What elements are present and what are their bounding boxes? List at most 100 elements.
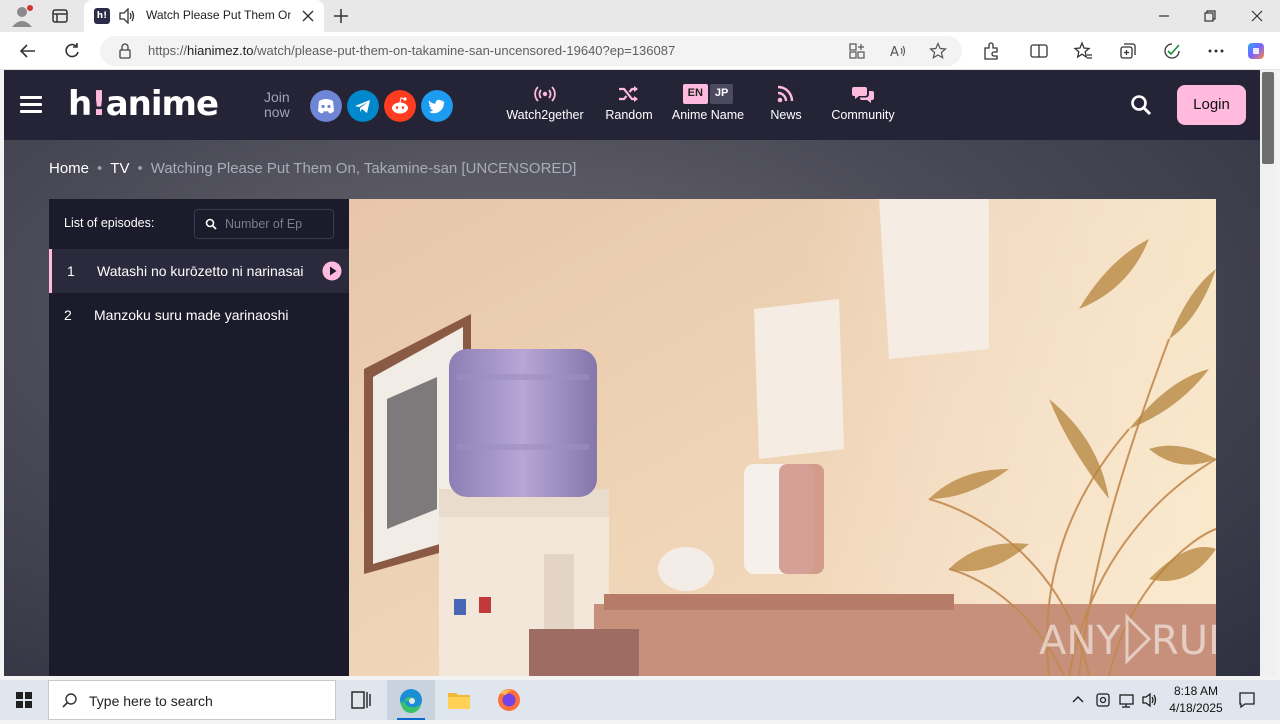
read-aloud-icon[interactable]: A [889, 42, 907, 60]
telegram-icon[interactable] [347, 90, 379, 122]
collections-icon[interactable] [1118, 41, 1138, 61]
shuffle-icon [619, 86, 638, 102]
tab-actions-icon[interactable] [50, 6, 70, 26]
system-clock[interactable]: 8:18 AM 4/18/2025 [1160, 683, 1232, 717]
device-icon[interactable] [1093, 690, 1113, 710]
discord-icon[interactable] [310, 90, 342, 122]
firefox-icon[interactable] [485, 680, 533, 720]
menu-random[interactable]: Random [600, 84, 658, 122]
menu-news[interactable]: News [766, 84, 806, 122]
app-available-icon[interactable] [848, 42, 866, 60]
watermark-any-text: ANY [1039, 618, 1121, 664]
hamburger-menu-icon[interactable] [20, 96, 42, 114]
site-logo[interactable]: h!anime [68, 84, 219, 124]
clock-time: 8:18 AM [1173, 684, 1219, 698]
episode-number: 2 [64, 307, 72, 323]
chat-bubbles-icon [852, 87, 874, 103]
menu-community[interactable]: Community [824, 84, 902, 122]
file-explorer-icon[interactable] [435, 680, 483, 720]
episode-list-title: List of episodes: [64, 216, 155, 230]
taskbar-edge-app[interactable] [387, 680, 435, 720]
taskbar-search-box[interactable]: Type here to search [48, 680, 336, 720]
favorites-icon[interactable] [1073, 41, 1093, 61]
menu-news-label: News [770, 108, 802, 122]
twitter-icon[interactable] [421, 90, 453, 122]
extensions-icon[interactable] [981, 41, 1001, 61]
tab-title: Watch Please Put Them On, Takamine-san [… [146, 8, 291, 22]
url-host: hianimez.to [187, 43, 254, 58]
search-icon[interactable] [1130, 94, 1152, 116]
show-hidden-icons-icon[interactable] [1068, 690, 1088, 710]
close-tab-icon[interactable] [300, 8, 316, 24]
profile-icon[interactable] [10, 5, 34, 27]
episode-title: Manzoku suru made yarinaoshi [94, 307, 289, 323]
breadcrumb-separator: • [137, 160, 143, 177]
play-icon[interactable] [322, 261, 342, 281]
minimize-icon[interactable] [1154, 6, 1174, 26]
lock-icon[interactable] [118, 43, 132, 59]
browser-tab-bar: h! Watch Please Put Them On, Takamine-sa… [0, 0, 1280, 32]
video-player[interactable]: ANY RUN [349, 199, 1216, 676]
breadcrumb-home[interactable]: Home [49, 160, 89, 177]
favorite-star-icon[interactable] [929, 42, 947, 60]
url-path: /watch/please-put-them-on-takamine-san-u… [253, 43, 676, 58]
breadcrumb: Home • TV • Watching Please Put Them On, Tak… [49, 160, 576, 177]
logo-h: h [68, 84, 92, 124]
rss-icon [777, 85, 794, 103]
split-screen-icon[interactable] [1029, 41, 1049, 61]
browser-tab-active[interactable]: h! Watch Please Put Them On, Takamine-sa… [84, 0, 324, 32]
scrollbar-thumb[interactable] [1262, 72, 1274, 164]
episode-item-1[interactable]: 1 Watashi no kurōzetto ni narinasai [49, 249, 349, 293]
menu-anime-name[interactable]: EN JP Anime Name [668, 84, 748, 122]
language-toggle[interactable]: EN JP [668, 84, 748, 104]
browser-essentials-icon[interactable] [1162, 41, 1182, 61]
windows-taskbar: Type here to search 8:18 AM 4/18/2025 [0, 680, 1280, 720]
menu-watch2gether[interactable]: Watch2gether [502, 84, 588, 122]
breadcrumb-current: Watching Please Put Them On, Takamine-sa… [150, 160, 577, 177]
taskbar-search-placeholder: Type here to search [89, 693, 213, 709]
reddit-icon[interactable] [384, 90, 416, 122]
notifications-icon[interactable] [1237, 690, 1257, 710]
address-bar[interactable]: https://hianimez.to/watch/please-put-the… [100, 36, 962, 66]
clock-date: 4/18/2025 [1169, 701, 1223, 715]
video-frame [349, 199, 1216, 676]
copilot-icon[interactable] [1246, 41, 1266, 61]
logo-rest: anime [105, 84, 219, 124]
close-window-icon[interactable] [1247, 6, 1267, 26]
task-view-icon[interactable] [336, 680, 384, 720]
episode-title: Watashi no kurōzetto ni narinasai [97, 263, 304, 279]
episode-item-2[interactable]: 2 Manzoku suru made yarinaoshi [49, 293, 349, 337]
episode-number-input[interactable] [225, 215, 325, 233]
speaker-icon[interactable] [118, 8, 136, 24]
more-options-icon[interactable] [1206, 41, 1226, 61]
back-arrow-icon[interactable] [18, 41, 38, 61]
menu-watch2gether-label: Watch2gether [506, 108, 584, 122]
broadcast-icon [534, 86, 556, 102]
page-viewport: h!anime Join now Watch2gether Random EN J… [4, 70, 1260, 676]
browser-toolbar: https://hianimez.to/watch/please-put-the… [0, 32, 1280, 70]
episode-search-box[interactable] [194, 209, 334, 239]
menu-random-label: Random [605, 108, 653, 122]
restore-icon[interactable] [1200, 6, 1220, 26]
watermark-run-text: RUN [1151, 618, 1216, 664]
refresh-icon[interactable] [62, 41, 82, 61]
new-tab-icon[interactable] [332, 7, 350, 25]
badge-jp[interactable]: JP [709, 84, 734, 104]
search-icon [62, 693, 77, 708]
url-text[interactable]: https://hianimez.to/watch/please-put-the… [148, 43, 675, 58]
breadcrumb-type[interactable]: TV [110, 160, 129, 177]
url-prefix: https:// [148, 43, 188, 58]
volume-icon[interactable] [1141, 690, 1161, 710]
menu-anime-name-label: Anime Name [671, 108, 745, 122]
windows-start-icon[interactable] [0, 680, 48, 720]
episode-number: 1 [67, 263, 75, 279]
network-icon[interactable] [1117, 690, 1137, 710]
breadcrumb-separator: • [97, 160, 103, 177]
join-now-label: Join now [264, 90, 290, 120]
badge-en[interactable]: EN [682, 84, 708, 104]
menu-community-label: Community [831, 108, 895, 122]
login-button[interactable]: Login [1177, 85, 1246, 125]
join-line-1: Join [264, 89, 290, 105]
page-scrollbar[interactable] [1260, 70, 1276, 676]
svg-text:A: A [890, 45, 899, 60]
